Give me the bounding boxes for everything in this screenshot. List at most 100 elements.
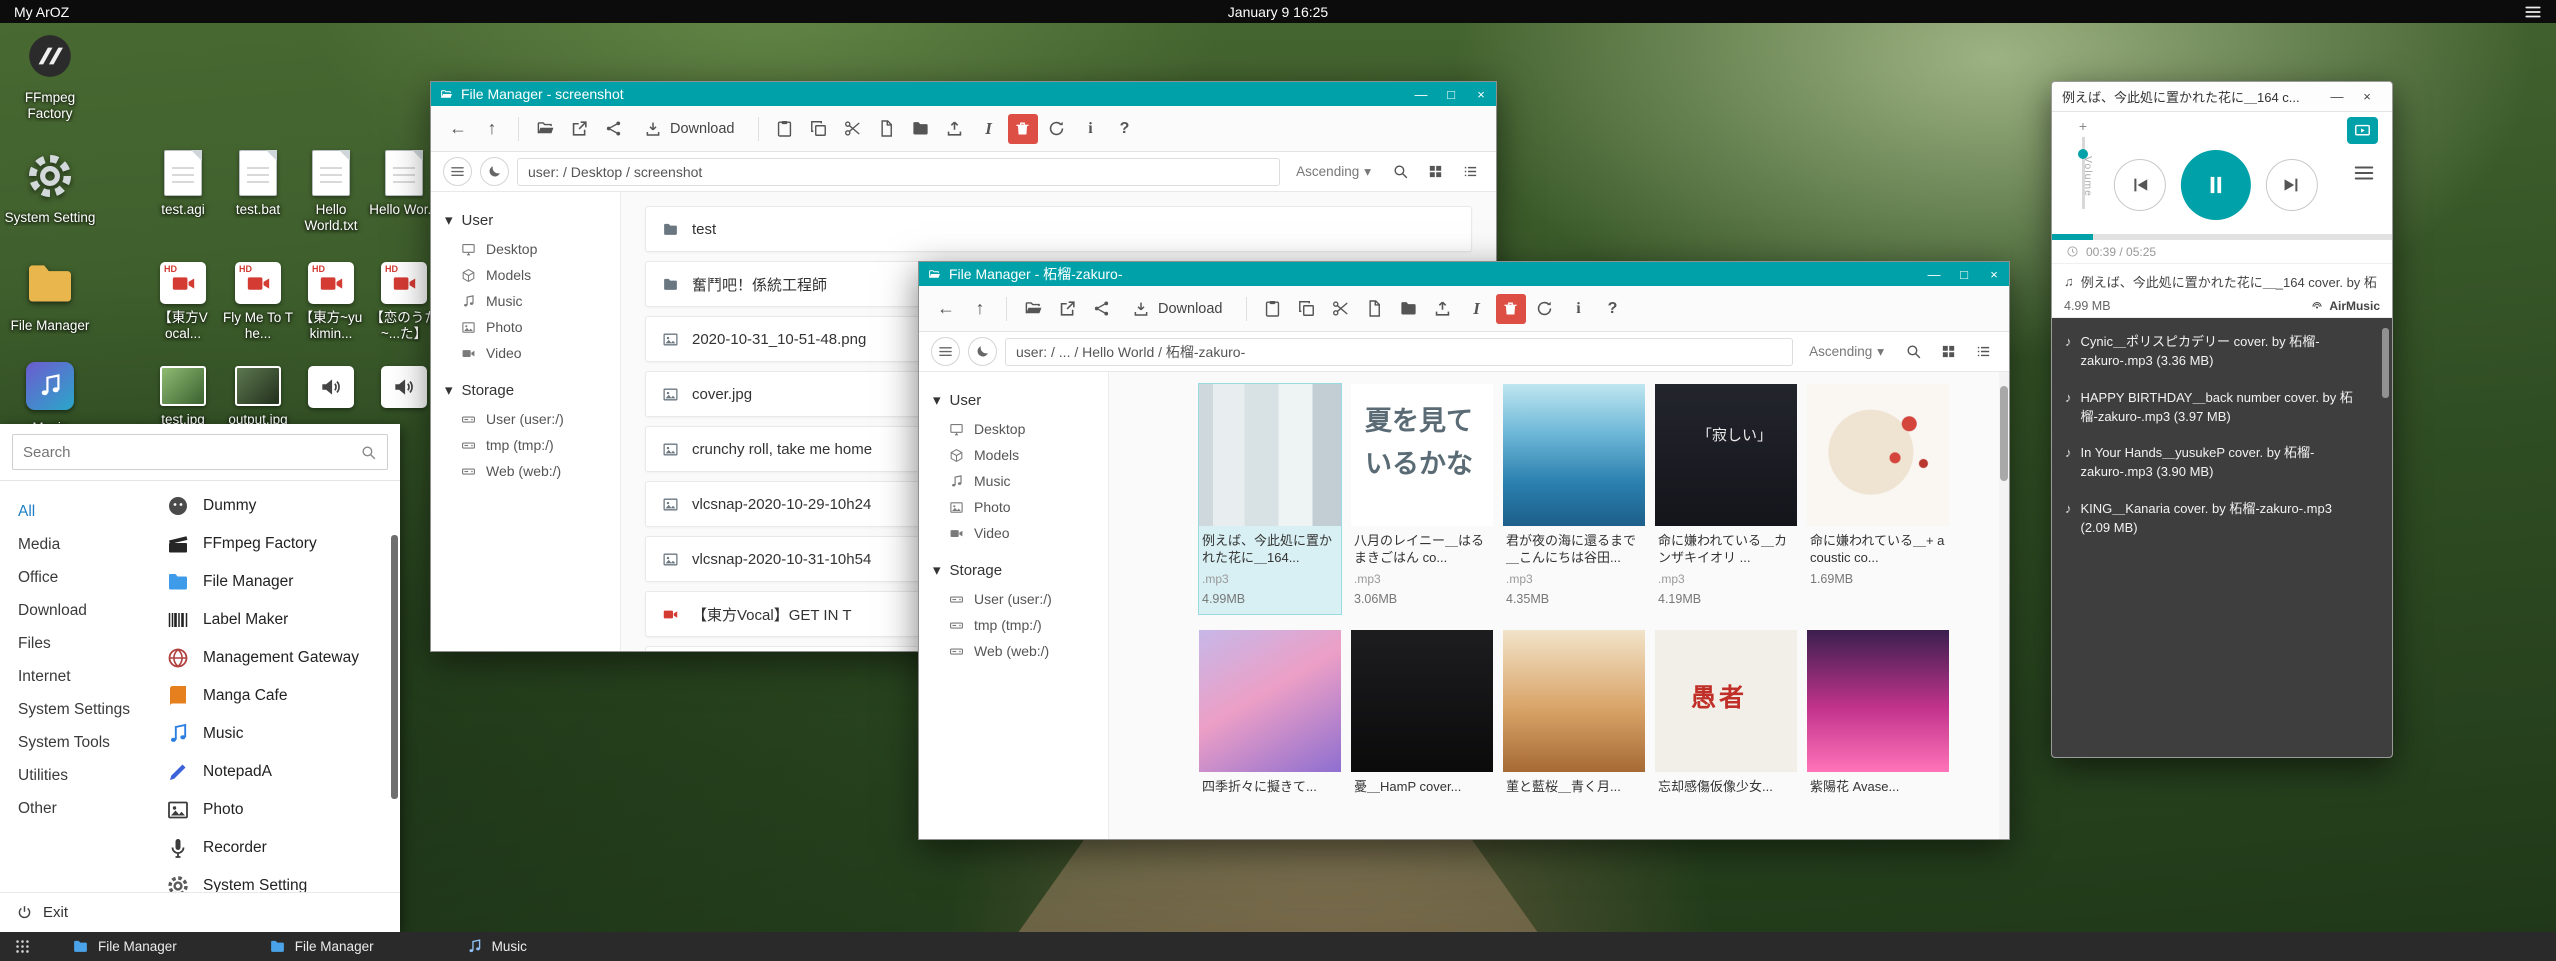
rename-button[interactable]: I [1462,294,1492,324]
category-system-tools[interactable]: System Tools [18,726,150,759]
taskbar-item-file-manager-2[interactable]: File Manager [259,932,384,961]
back-button[interactable]: ← [931,294,961,324]
app-item-manga-cafe[interactable]: Manga Cafe [160,677,386,715]
help-button[interactable]: ? [1110,114,1140,144]
download-button[interactable]: Download [632,113,747,145]
sidebar-item-user-drive[interactable]: User (user:/) [919,586,1108,612]
search-input[interactable] [23,444,360,461]
file-tile[interactable]: 紫陽花 Avase... [1807,630,1949,795]
delete-button[interactable] [1496,294,1526,324]
volume-slider[interactable]: + Volume [2070,118,2096,209]
grid-view-button[interactable] [1935,338,1962,365]
desktop-icon-system-setting[interactable]: System Setting [4,148,96,226]
desktop-file[interactable]: HD 【東方V ocal... [145,262,221,342]
desktop-file[interactable]: HD 【東方~yu kimin... [293,262,369,342]
up-button[interactable]: ↑ [477,114,507,144]
list-toggle-button[interactable] [443,157,472,186]
sidebar-item-photo[interactable]: Photo [919,494,1108,520]
sidebar-item-video[interactable]: Video [431,340,620,366]
video-mode-button[interactable] [2347,117,2378,144]
category-media[interactable]: Media [18,528,150,561]
refresh-button[interactable] [1042,114,1072,144]
category-office[interactable]: Office [18,561,150,594]
window-titlebar[interactable]: File Manager - screenshot — □ × [431,82,1496,106]
sidebar-item-desktop[interactable]: Desktop [431,236,620,262]
sidebar-item-user-drive[interactable]: User (user:/) [431,406,620,432]
search-box[interactable] [12,434,388,470]
exit-button[interactable]: Exit [0,892,400,932]
minimize-button[interactable]: — [2322,82,2352,111]
list-toggle-button[interactable] [931,337,960,366]
copy-button[interactable] [804,114,834,144]
desktop-file[interactable]: output.jpg [220,366,296,428]
category-utilities[interactable]: Utilities [18,759,150,792]
breadcrumb-input[interactable] [517,158,1280,186]
dark-mode-button[interactable] [480,157,509,186]
pause-button[interactable] [2181,150,2251,220]
download-button[interactable]: Download [1120,293,1235,325]
sidebar-item-music[interactable]: Music [431,288,620,314]
sidebar-item-photo[interactable]: Photo [431,314,620,340]
upload-button[interactable] [1428,294,1458,324]
dark-mode-button[interactable] [968,337,997,366]
app-item-photo[interactable]: Photo [160,791,386,829]
close-button[interactable]: × [1979,262,2009,286]
app-item-notepada[interactable]: NotepadA [160,753,386,791]
start-menu-scrollbar[interactable] [391,535,398,799]
category-other[interactable]: Other [18,792,150,825]
share-button[interactable] [598,114,628,144]
sort-order-select[interactable]: Ascending ▾ [1296,164,1371,180]
next-track-button[interactable] [2266,159,2318,211]
sidebar-section-user[interactable]: ▾User [431,204,620,236]
scrollbar[interactable] [1999,372,2009,839]
open-button[interactable] [1018,294,1048,324]
sidebar-item-video[interactable]: Video [919,520,1108,546]
grid-view-button[interactable] [1422,158,1449,185]
player-menu-button[interactable] [2353,162,2375,184]
sidebar-section-storage[interactable]: ▾Storage [919,554,1108,586]
taskbar-item-music[interactable]: Music [456,932,537,961]
minimize-button[interactable]: — [1406,82,1436,106]
app-item-file-manager[interactable]: File Manager [160,563,386,601]
back-button[interactable]: ← [443,114,473,144]
sidebar-item-tmp-drive[interactable]: tmp (tmp:/) [431,432,620,458]
up-button[interactable]: ↑ [965,294,995,324]
open-in-new-button[interactable] [564,114,594,144]
scrollbar-thumb[interactable] [2000,386,2008,481]
copy-button[interactable] [1292,294,1322,324]
taskbar-item-file-manager-1[interactable]: File Manager [62,932,187,961]
app-item-label-maker[interactable]: Label Maker [160,601,386,639]
sidebar-item-web-drive[interactable]: Web (web:/) [431,458,620,484]
cut-button[interactable] [1326,294,1356,324]
new-folder-button[interactable] [1394,294,1424,324]
maximize-button[interactable]: □ [1436,82,1466,106]
window-titlebar[interactable]: File Manager - 柘榴-zakuro- — □ × [919,262,2009,286]
file-tile[interactable]: 菫と藍桜＿青く月... [1503,630,1645,795]
sidebar-item-models[interactable]: Models [919,442,1108,468]
sidebar-item-desktop[interactable]: Desktop [919,416,1108,442]
open-in-new-button[interactable] [1052,294,1082,324]
previous-track-button[interactable] [2114,159,2166,211]
desktop-file[interactable] [293,366,369,408]
help-button[interactable]: ? [1598,294,1628,324]
sidebar-item-tmp-drive[interactable]: tmp (tmp:/) [919,612,1108,638]
aroz-brand[interactable]: My ArOZ [14,4,69,20]
info-button[interactable]: i [1076,114,1106,144]
refresh-button[interactable] [1530,294,1560,324]
file-tile[interactable]: 例えば、今此処に置かれた花に＿164... .mp3 4.99MB [1199,384,1341,614]
open-button[interactable] [530,114,560,144]
playlist-scrollbar[interactable] [2382,328,2389,398]
desktop-file[interactable]: Hello World.txt [293,150,369,234]
sidebar-section-user[interactable]: ▾User [919,384,1108,416]
playlist-item[interactable]: ♪Cynic＿ポリスピカデリー cover. by 柘榴-zakuro-.mp3… [2052,324,2392,380]
desktop-icon-file-manager[interactable]: File Manager [4,256,96,334]
info-button[interactable]: i [1564,294,1594,324]
sidebar-section-storage[interactable]: ▾Storage [431,374,620,406]
file-tile[interactable]: 愚者 忘却感傷仮像少女... [1655,630,1797,795]
cut-button[interactable] [838,114,868,144]
maximize-button[interactable]: □ [1949,262,1979,286]
file-tile[interactable]: 君が夜の海に還るまで＿こんにちは谷田... .mp3 4.35MB [1503,384,1645,614]
close-button[interactable]: × [1466,82,1496,106]
list-view-button[interactable] [1457,158,1484,185]
app-item-recorder[interactable]: Recorder [160,829,386,867]
